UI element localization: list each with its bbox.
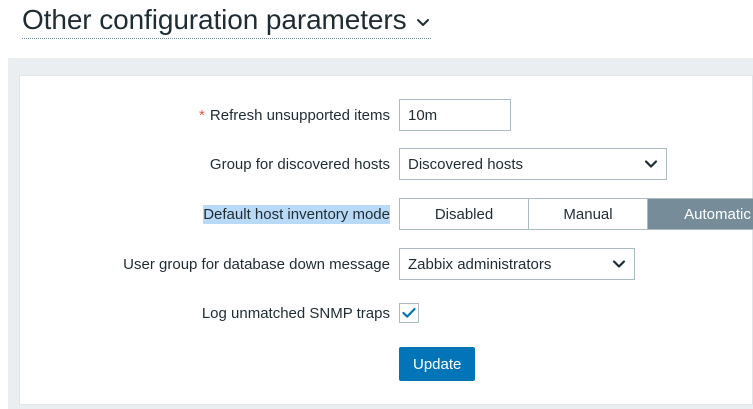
discovered-hosts-selected-value: Discovered hosts	[408, 155, 524, 173]
inventory-mode-label-text: Default host inventory mode	[203, 204, 390, 224]
inventory-mode-option-disabled[interactable]: Disabled	[400, 199, 528, 229]
snmp-traps-control	[399, 295, 419, 331]
checkmark-icon	[402, 307, 416, 318]
snmp-traps-checkbox[interactable]	[399, 303, 419, 323]
snmp-traps-label: Log unmatched SNMP traps	[202, 295, 390, 331]
discovered-hosts-label: Group for discovered hosts	[210, 146, 390, 182]
discovered-hosts-select[interactable]: Discovered hosts	[399, 148, 667, 180]
chevron-down-icon	[644, 157, 658, 171]
form-container: * Refresh unsupported items Group for di…	[8, 58, 753, 409]
inventory-mode-option-manual[interactable]: Manual	[528, 199, 647, 229]
inventory-mode-option-automatic[interactable]: Automatic	[647, 199, 753, 229]
page-title: Other configuration parameters	[22, 4, 407, 35]
db-down-group-control: Zabbix administrators	[399, 246, 635, 282]
snmp-traps-label-text: Log unmatched SNMP traps	[201, 304, 390, 322]
required-marker: *	[199, 106, 205, 124]
update-row: Update	[20, 346, 752, 382]
db-down-group-select[interactable]: Zabbix administrators	[399, 248, 635, 280]
discovered-hosts-control: Discovered hosts	[399, 146, 667, 182]
discovered-hosts-label-text: Group for discovered hosts	[209, 155, 390, 173]
refresh-unsupported-label: * Refresh unsupported items	[199, 97, 390, 133]
chevron-down-icon	[612, 257, 626, 271]
snmp-traps-row: Log unmatched SNMP traps	[20, 295, 752, 331]
discovered-hosts-row: Group for discovered hosts Discovered ho…	[20, 146, 752, 182]
chevron-down-icon[interactable]	[415, 15, 431, 31]
update-control: Update	[399, 346, 476, 382]
form-panel: * Refresh unsupported items Group for di…	[19, 75, 753, 405]
refresh-unsupported-label-text: Refresh unsupported items	[209, 106, 390, 124]
page-header: Other configuration parameters	[22, 4, 431, 39]
inventory-mode-label: Default host inventory mode	[203, 196, 390, 232]
inventory-mode-row: Default host inventory mode Disabled Man…	[20, 196, 753, 232]
inventory-mode-radio-group: Disabled Manual Automatic	[399, 198, 753, 230]
db-down-group-label: User group for database down message	[123, 246, 390, 282]
refresh-unsupported-input[interactable]	[399, 99, 511, 131]
db-down-group-label-text: User group for database down message	[123, 255, 390, 273]
refresh-unsupported-control	[399, 97, 511, 133]
inventory-mode-control: Disabled Manual Automatic	[399, 196, 753, 232]
page: Other configuration parameters * Refresh…	[0, 0, 753, 409]
refresh-unsupported-row: * Refresh unsupported items	[20, 97, 752, 133]
db-down-group-selected-value: Zabbix administrators	[408, 255, 552, 273]
db-down-group-row: User group for database down message Zab…	[20, 246, 752, 282]
update-button[interactable]: Update	[399, 347, 476, 381]
